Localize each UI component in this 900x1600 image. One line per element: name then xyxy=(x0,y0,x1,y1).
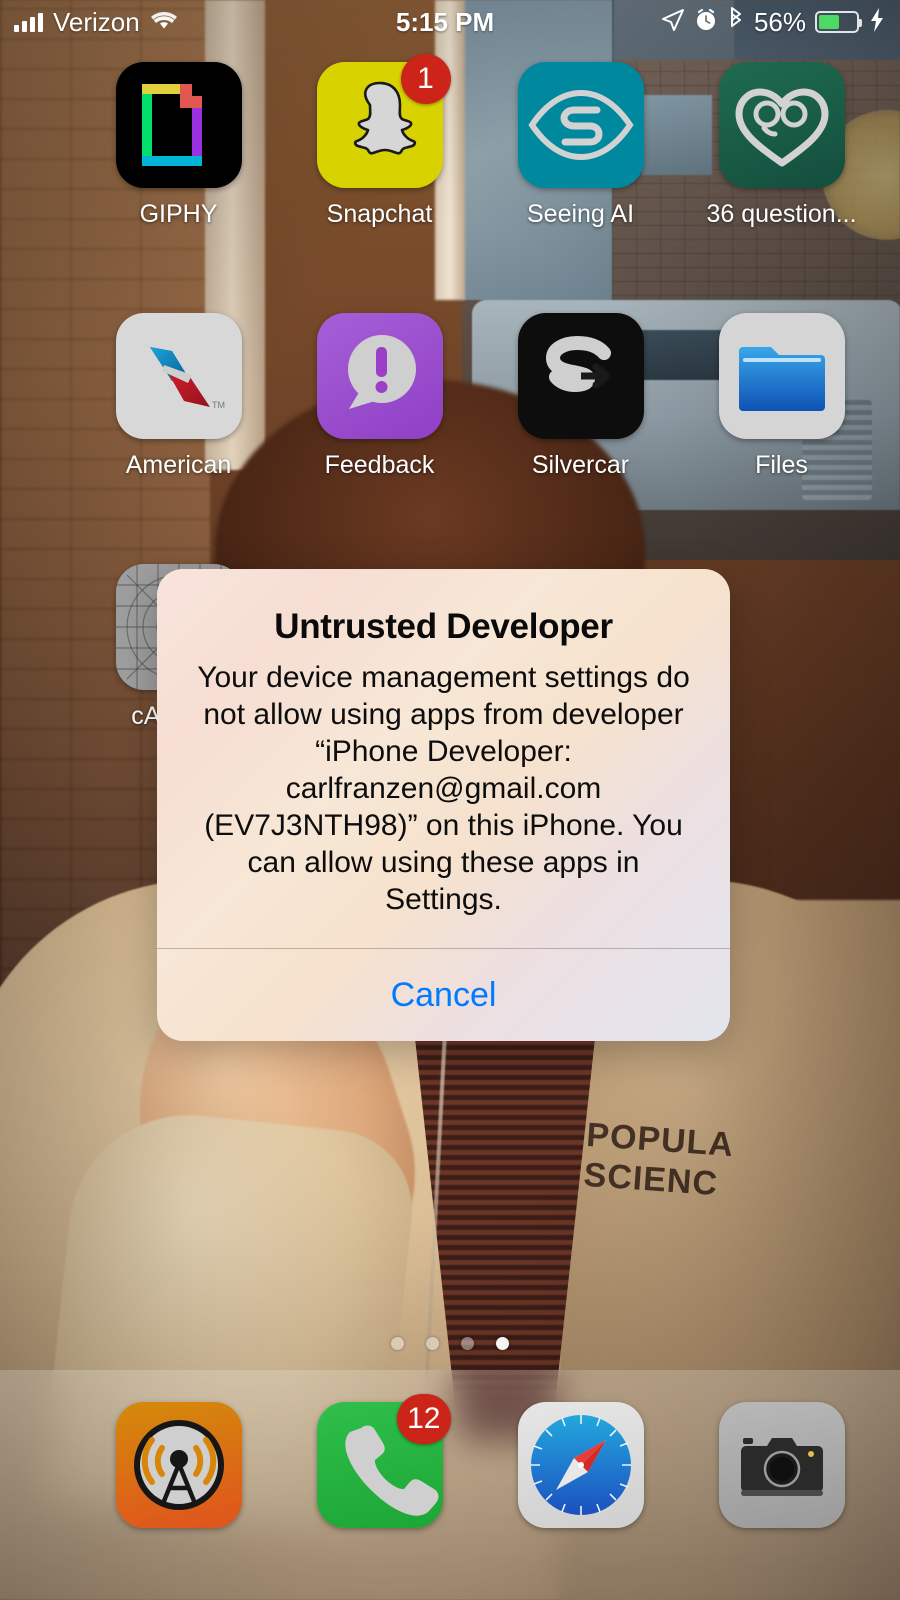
app-silvercar[interactable]: Silvercar xyxy=(480,313,681,480)
page-dot-3[interactable] xyxy=(461,1337,474,1350)
silvercar-icon[interactable] xyxy=(517,313,644,439)
app-36-questions[interactable]: 36 question... xyxy=(681,62,882,229)
american-airlines-icon[interactable]: TM xyxy=(115,313,242,439)
location-arrow-icon xyxy=(661,8,685,37)
app-label: American xyxy=(125,451,232,479)
battery-icon xyxy=(815,11,862,33)
clock-label: 5:15 PM xyxy=(395,6,495,37)
dock-item-safari[interactable] xyxy=(480,1402,681,1528)
cellular-bars-icon xyxy=(14,12,43,32)
carrier-label: Verizon xyxy=(53,6,140,37)
safari-icon[interactable] xyxy=(517,1402,644,1528)
camera-icon[interactable] xyxy=(718,1402,845,1528)
page-dot-4-active[interactable] xyxy=(496,1337,509,1350)
36-questions-icon[interactable] xyxy=(718,62,845,188)
alert-title: Untrusted Developer xyxy=(274,607,613,646)
lightning-bolt-icon xyxy=(868,7,886,38)
app-files[interactable]: Files xyxy=(681,313,882,480)
bluetooth-icon xyxy=(727,6,745,38)
app-label: Snapchat xyxy=(326,200,433,228)
svg-text:TM: TM xyxy=(212,400,225,410)
giphy-icon[interactable] xyxy=(115,62,242,188)
app-label: Seeing AI xyxy=(526,200,635,228)
dock: 12 xyxy=(0,1370,900,1600)
alarm-clock-icon xyxy=(694,8,718,37)
app-label: Silvercar xyxy=(531,451,630,479)
app-row-2: TM American Feedback Silvercar Files xyxy=(0,313,900,480)
app-giphy[interactable]: GIPHY xyxy=(78,62,279,229)
app-feedback[interactable]: Feedback xyxy=(279,313,480,480)
dock-item-camera[interactable] xyxy=(681,1402,882,1528)
app-snapchat[interactable]: 1 Snapchat xyxy=(279,54,480,229)
badge-count: 1 xyxy=(400,54,451,104)
alert-body: Untrusted Developer Your device manageme… xyxy=(157,569,730,948)
battery-percent-label: 56% xyxy=(753,6,806,37)
dock-item-overcast[interactable] xyxy=(78,1402,279,1528)
cancel-button[interactable]: Cancel xyxy=(157,949,730,1041)
badge-count: 12 xyxy=(397,1394,451,1444)
page-dot-2[interactable] xyxy=(426,1337,439,1350)
untrusted-developer-alert: Untrusted Developer Your device manageme… xyxy=(157,569,730,1041)
alert-message: Your device management settings do not a… xyxy=(197,661,690,916)
wifi-icon xyxy=(150,9,178,36)
seeing-ai-icon[interactable] xyxy=(517,62,644,188)
app-label: GIPHY xyxy=(139,200,218,228)
overcast-icon[interactable] xyxy=(115,1402,242,1528)
status-bar: Verizon 5:15 PM 56% xyxy=(0,0,900,44)
files-icon[interactable] xyxy=(718,313,845,439)
dock-item-phone[interactable]: 12 xyxy=(279,1394,480,1528)
page-indicator[interactable] xyxy=(0,1337,900,1350)
feedback-icon[interactable] xyxy=(316,313,443,439)
app-american-airlines[interactable]: TM American xyxy=(78,313,279,480)
app-row-1: GIPHY 1 Snapchat Seeing AI 36 question..… xyxy=(0,54,900,229)
app-label: Feedback xyxy=(324,451,435,479)
app-label: 36 question... xyxy=(706,200,857,228)
page-dot-1[interactable] xyxy=(391,1337,404,1350)
app-seeing-ai[interactable]: Seeing AI xyxy=(480,62,681,229)
app-label: Files xyxy=(755,451,808,479)
